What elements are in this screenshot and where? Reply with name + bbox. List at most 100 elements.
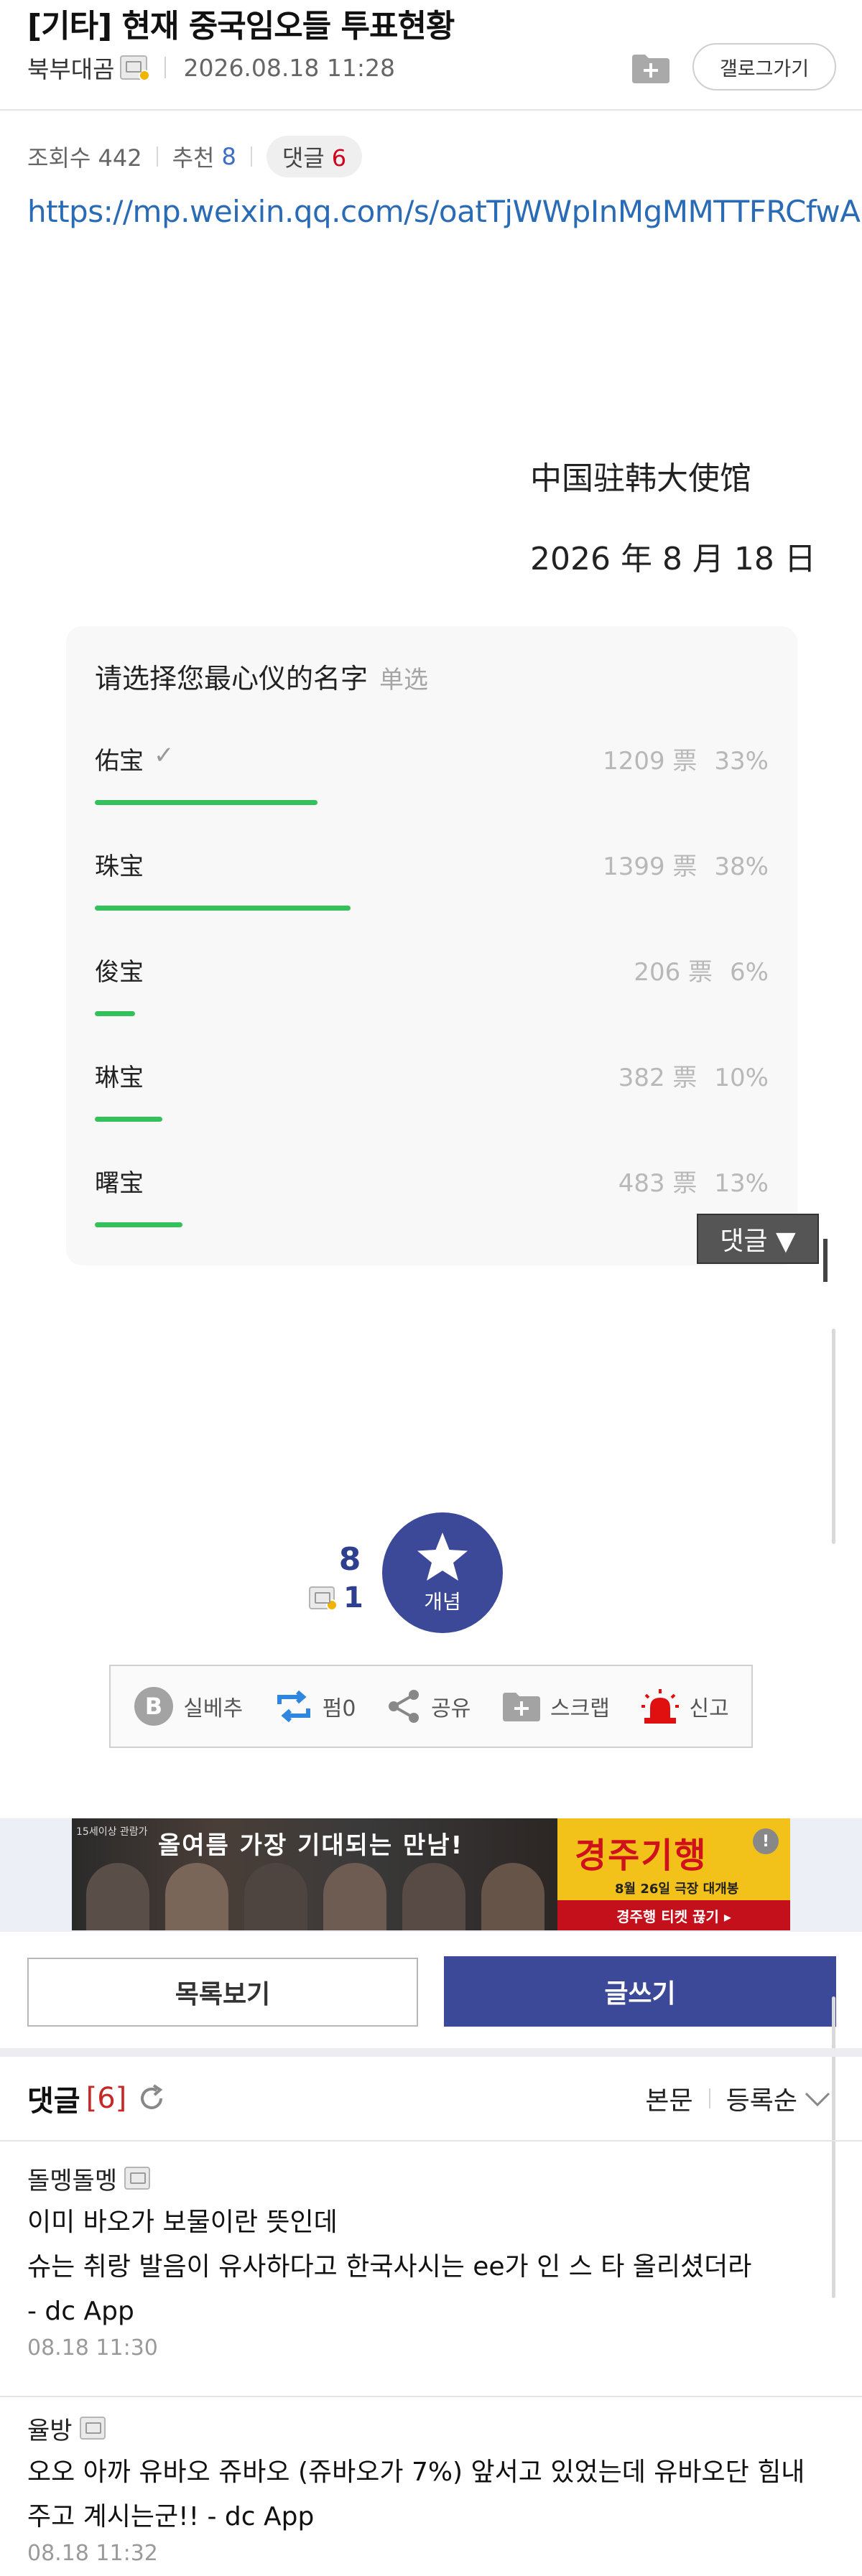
poll-option-name: 俊宝: [95, 958, 144, 987]
comment-body: 오오 아까 유바오 쥬바오 (쥬바오가 7%) 앞서고 있었는데 유바오단 힘내…: [27, 2450, 839, 2539]
action-label: 실베추: [183, 1696, 244, 1721]
ad-actor-image: [165, 1863, 228, 1930]
poll-option: 琳宝 382 票 10%: [95, 1058, 769, 1137]
poll-option-votes: 1209 票: [603, 747, 698, 776]
post-date: 2026.08.18 11:28: [183, 53, 395, 82]
comment-line: 오오 아까 유바오 쥬바오 (쥬바오가 7%) 앞서고 있었는데 유바오단 힘내: [27, 2458, 805, 2487]
poll-option-name: 珠宝: [95, 852, 144, 881]
fixed-recommend: 1: [309, 1581, 363, 1614]
check-icon: ✓: [154, 741, 175, 770]
comment-item: 율방 오오 아까 유바오 쥬바오 (쥬바오가 7%) 앞서고 있었는데 유바오단…: [27, 2410, 839, 2567]
view-count: 조회수 442: [27, 144, 142, 172]
action-label: 신고: [689, 1696, 729, 1721]
comment-author[interactable]: 율방: [27, 2411, 73, 2446]
fixed-recommend-count: 1: [343, 1581, 363, 1614]
ad-cta[interactable]: 경주행 티켓 끊기 ▸: [557, 1900, 790, 1930]
poll-option-bar: [95, 1222, 182, 1227]
poll-option-percent: 10%: [714, 1064, 769, 1092]
post-title: [기타] 현재 중국임오들 투표현황: [27, 8, 455, 45]
poll-question-text: 请选择您最心仪的名字: [95, 663, 369, 694]
sort-order-option[interactable]: 등록순: [726, 2080, 797, 2117]
report-button[interactable]: 신고: [640, 1688, 729, 1725]
poll-option-stat: 1209 票 33%: [603, 741, 769, 776]
comment-line: 이미 바오가 보물이란 뜻인데: [27, 2208, 338, 2237]
comment-jump-button[interactable]: 댓글 ▼: [697, 1214, 819, 1264]
poll-option-name: 曙宝: [95, 1169, 144, 1198]
action-label: 스크랩: [550, 1696, 610, 1721]
divider: [250, 147, 252, 167]
retweet-icon: [274, 1690, 314, 1723]
author-name[interactable]: 북부대곰: [27, 50, 114, 85]
poll-option-percent: 38%: [714, 852, 769, 881]
comments-count: [6]: [85, 2082, 127, 2115]
ad-actor-image: [244, 1863, 307, 1930]
sort-body-option[interactable]: 본문: [645, 2080, 692, 2117]
header-divider: [0, 109, 862, 111]
comment-line: 주고 계시는군!! - dc App: [27, 2502, 315, 2531]
ad-rating: 15세이상 관람가: [76, 1826, 148, 1838]
comment-body: 이미 바오가 보물이란 뜻인데 슈는 취랑 발음이 유사하다고 한국사시는 ee…: [27, 2200, 839, 2334]
poll-option: 俊宝 206 票 6%: [95, 952, 769, 1031]
poll-option-percent: 33%: [714, 747, 769, 776]
section-divider: [0, 2048, 862, 2057]
share-button[interactable]: 공유: [386, 1688, 471, 1724]
recommend-button[interactable]: 개념: [382, 1512, 503, 1633]
source-link[interactable]: https://mp.weixin.qq.com/s/oatTjWWpInMgM…: [27, 194, 861, 229]
poll-option-votes: 1399 票: [603, 852, 698, 881]
comments-sort: 본문 등록순: [645, 2077, 832, 2120]
list-button[interactable]: 목록보기: [27, 1958, 418, 2027]
ad-actor-image: [402, 1863, 465, 1930]
comment-author[interactable]: 돌멩돌멩: [27, 2161, 117, 2196]
comment-count: 6: [331, 144, 347, 172]
poll-option: 曙宝 483 票 13%: [95, 1163, 769, 1242]
comment-time: 08.18 11:30: [27, 2335, 158, 2361]
ad-actor-image: [481, 1863, 544, 1930]
poll-option-stat: 206 票 6%: [634, 952, 769, 987]
divider: [708, 2088, 710, 2108]
folder-add-icon[interactable]: [631, 52, 671, 85]
comment-count-pill[interactable]: 댓글 6: [266, 136, 363, 177]
write-button[interactable]: 글쓰기: [444, 1956, 836, 2027]
comment-item: 돌멩돌멩 이미 바오가 보물이란 뜻인데 슈는 취랑 발음이 유사하다고 한국사…: [27, 2160, 839, 2361]
embassy-date: 2026 年 8 月 18 日: [530, 541, 816, 577]
svg-text:B: B: [145, 1693, 162, 1720]
poll-option: 珠宝 1399 票 38%: [95, 847, 769, 926]
realbest-button[interactable]: B 실베추: [133, 1685, 243, 1727]
comment-label: 댓글: [282, 144, 325, 172]
action-label: 펌0: [322, 1696, 356, 1721]
siren-icon: [640, 1688, 680, 1725]
chevron-down-icon[interactable]: [803, 2089, 832, 2108]
poll-option: 佑宝 ✓ 1209 票 33%: [95, 741, 769, 820]
fixed-nick-badge-icon: [309, 1586, 338, 1611]
scrollbar-thumb[interactable]: [823, 1239, 828, 1282]
scrollbar-track[interactable]: [832, 1329, 835, 1544]
embassy-name: 中国驻韩大使馆: [530, 460, 751, 497]
ad-info-icon[interactable]: !: [753, 1828, 779, 1854]
poll-option-stat: 382 票 10%: [618, 1058, 769, 1093]
star-icon: [417, 1533, 468, 1581]
poll-option-name: 琳宝: [95, 1064, 144, 1092]
poll-option-bar: [95, 1117, 162, 1122]
gallog-button[interactable]: 갤로그가기: [692, 43, 836, 90]
post-action-bar: B 실베추 펌0 공유 스크랩 신고: [109, 1665, 753, 1748]
poll-option-bar: [95, 906, 351, 911]
poll-option-bar: [95, 1011, 135, 1016]
poll-option-stat: 483 票 13%: [618, 1163, 769, 1199]
comments-title: 댓글: [27, 2085, 80, 2118]
retweet-button[interactable]: 펌0: [274, 1690, 356, 1723]
poll-card: 请选择您最心仪的名字 单选 佑宝 ✓ 1209 票 33% 珠宝 1399 票 38% 俊宝 20…: [66, 626, 797, 1265]
share-icon: [386, 1688, 422, 1724]
post-stats: 조회수 442 추천 8 댓글 6: [27, 135, 363, 178]
comment-line: - dc App: [27, 2297, 134, 2326]
poll-option-votes: 483 票: [618, 1169, 698, 1198]
ad-banner[interactable]: 15세이상 관람가 올여름 가장 기대되는 만남! 경주기행 8월 26일 극장…: [72, 1818, 790, 1930]
ad-actor-image: [323, 1863, 386, 1930]
poll-option-votes: 382 票: [618, 1064, 698, 1092]
scrap-button[interactable]: 스크랩: [501, 1690, 610, 1723]
refresh-icon[interactable]: [136, 2083, 167, 2114]
comment-time: 08.18 11:32: [27, 2541, 158, 2566]
folder-plus-icon: [501, 1690, 542, 1723]
poll-option-name: 佑宝: [95, 747, 144, 776]
poll-question: 请选择您最心仪的名字 单选: [95, 656, 428, 696]
poll-option-percent: 6%: [730, 958, 769, 987]
